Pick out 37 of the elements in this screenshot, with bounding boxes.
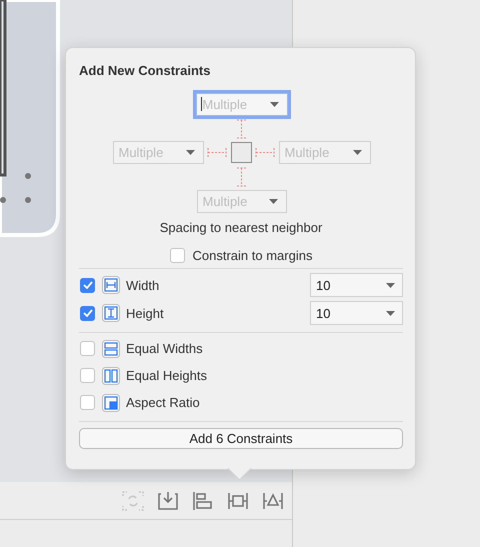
popover-title: Add New Constraints: [79, 63, 212, 79]
spacing-pin-icon: [236, 167, 246, 187]
spacing-pin-icon: [255, 147, 275, 158]
caret-icon: [270, 102, 278, 106]
value-dropdown[interactable]: 10: [310, 301, 403, 325]
height-icon: [102, 304, 120, 322]
aspect-ratio-icon: [102, 394, 120, 412]
align-icon[interactable]: [192, 490, 214, 510]
caret-icon: [352, 150, 362, 155]
constraint-label: Width: [126, 278, 160, 292]
width-icon: [102, 276, 120, 294]
equal-heights-icon: [102, 366, 120, 384]
constraint-label: Aspect Ratio: [126, 395, 200, 410]
constraint-checkbox[interactable]: [80, 306, 95, 320]
equal-widths-icon: [102, 340, 120, 358]
caret-icon: [268, 199, 278, 204]
constraint-label: Equal Heights: [126, 368, 207, 383]
pin-icon[interactable]: [227, 490, 249, 510]
caret-icon: [386, 310, 395, 316]
constraint-label: Equal Widths: [126, 341, 203, 356]
caret-icon: [186, 150, 194, 155]
constraint-checkbox[interactable]: [80, 278, 95, 292]
embed-icon[interactable]: [157, 490, 179, 510]
resolve-icon[interactable]: [262, 490, 284, 510]
caret-icon: [386, 282, 395, 288]
spacing-caption: Spacing to nearest neighbor: [158, 220, 324, 236]
margins-checkbox[interactable]: [170, 248, 185, 263]
spacing-pin-icon: [236, 119, 246, 139]
constraint-checkbox[interactable]: [80, 395, 95, 410]
view-square-icon: [230, 142, 252, 163]
add-constraints-button[interactable]: Add 6 Constraints: [79, 428, 403, 449]
constraint-checkbox[interactable]: [80, 368, 95, 383]
constraint-label: Height: [126, 306, 164, 320]
margins-label: Constrain to margins: [192, 248, 312, 263]
value-dropdown[interactable]: 10: [310, 273, 403, 297]
constraint-checkbox[interactable]: [80, 341, 95, 356]
spacing-pin-icon: [207, 147, 227, 158]
